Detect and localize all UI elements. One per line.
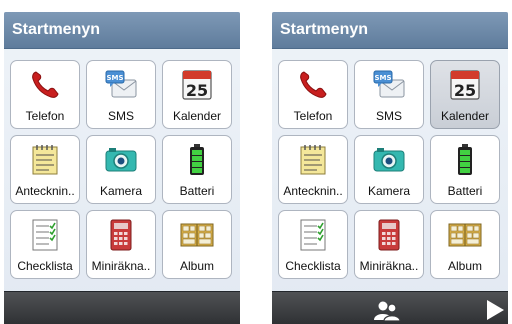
calendar-icon: 25 <box>179 68 215 102</box>
svg-text:SMS: SMS <box>374 74 391 82</box>
app-tile-label: Miniräkna.. <box>91 259 151 273</box>
start-menu-screen: Startmenyn Telefon SMS SMS 25 Kalender Anteck… <box>272 12 508 324</box>
app-tile-kamera[interactable]: Kamera <box>354 135 424 204</box>
app-tile-sms[interactable]: SMS SMS <box>86 60 156 129</box>
album-icon <box>447 218 483 252</box>
header-bar: Startmenyn <box>272 12 508 49</box>
contacts-icon <box>374 301 401 322</box>
app-tile-checklista[interactable]: Checklista <box>10 210 80 279</box>
app-tile-label: Miniräkna.. <box>359 259 419 273</box>
album-icon <box>179 218 215 252</box>
app-tile-album[interactable]: Album <box>162 210 232 279</box>
start-menu-screen: Startmenyn Telefon SMS SMS 25 Kalender Anteck… <box>4 12 240 324</box>
app-tile-batteri[interactable]: Batteri <box>162 135 232 204</box>
app-tile-label: Batteri <box>179 184 215 198</box>
calculator-icon <box>371 218 407 252</box>
app-tile-label: Kamera <box>99 184 143 198</box>
app-tile-label: Antecknin.. <box>15 184 75 198</box>
next-page-button[interactable] <box>484 298 506 322</box>
battery-icon <box>179 143 215 177</box>
app-tile-label: SMS <box>375 109 402 123</box>
camera-icon <box>103 143 139 177</box>
svg-text:25: 25 <box>454 81 476 100</box>
page-title: Startmenyn <box>12 21 101 38</box>
camera-icon <box>371 143 407 177</box>
header-bar: Startmenyn <box>4 12 240 49</box>
app-tile-telefon[interactable]: Telefon <box>278 60 348 129</box>
app-tile-label: Kamera <box>367 184 411 198</box>
app-tile-label: Kalender <box>440 109 490 123</box>
notepad-icon <box>27 143 63 177</box>
app-tile-miniräkna[interactable]: Miniräkna.. <box>354 210 424 279</box>
app-tile-checklista[interactable]: Checklista <box>278 210 348 279</box>
checklist-icon <box>295 218 331 252</box>
bottom-bar <box>272 291 508 324</box>
app-tile-batteri[interactable]: Batteri <box>430 135 500 204</box>
app-tile-antecknin[interactable]: Antecknin.. <box>278 135 348 204</box>
app-tile-kalender[interactable]: 25 Kalender <box>430 60 500 129</box>
app-tile-label: Checklista <box>17 259 73 273</box>
phone-icon <box>295 68 331 102</box>
app-tile-label: Antecknin.. <box>283 184 343 198</box>
app-tile-label: SMS <box>107 109 134 123</box>
app-tile-kamera[interactable]: Kamera <box>86 135 156 204</box>
bottom-bar <box>4 291 240 324</box>
app-tile-miniräkna[interactable]: Miniräkna.. <box>86 210 156 279</box>
battery-icon <box>447 143 483 177</box>
app-tile-album[interactable]: Album <box>430 210 500 279</box>
calendar-icon: 25 <box>447 68 483 102</box>
app-tile-label: Kalender <box>172 109 222 123</box>
svg-text:SMS: SMS <box>106 74 123 82</box>
contacts-button[interactable] <box>372 299 402 322</box>
sms-icon: SMS <box>103 68 139 102</box>
app-tile-telefon[interactable]: Telefon <box>10 60 80 129</box>
app-tile-kalender[interactable]: 25 Kalender <box>162 60 232 129</box>
app-tile-label: Checklista <box>285 259 341 273</box>
app-tile-antecknin[interactable]: Antecknin.. <box>10 135 80 204</box>
app-tile-label: Batteri <box>447 184 483 198</box>
svg-text:25: 25 <box>186 81 208 100</box>
page-title: Startmenyn <box>280 21 369 38</box>
app-tile-label: Album <box>447 259 482 273</box>
play-arrow-icon <box>487 300 504 320</box>
calculator-icon <box>103 218 139 252</box>
app-tile-sms[interactable]: SMS SMS <box>354 60 424 129</box>
app-tile-label: Telefon <box>293 109 333 123</box>
app-tile-label: Album <box>179 259 214 273</box>
phone-icon <box>27 68 63 102</box>
notepad-icon <box>295 143 331 177</box>
app-tile-label: Telefon <box>25 109 65 123</box>
checklist-icon <box>27 218 63 252</box>
sms-icon: SMS <box>371 68 407 102</box>
